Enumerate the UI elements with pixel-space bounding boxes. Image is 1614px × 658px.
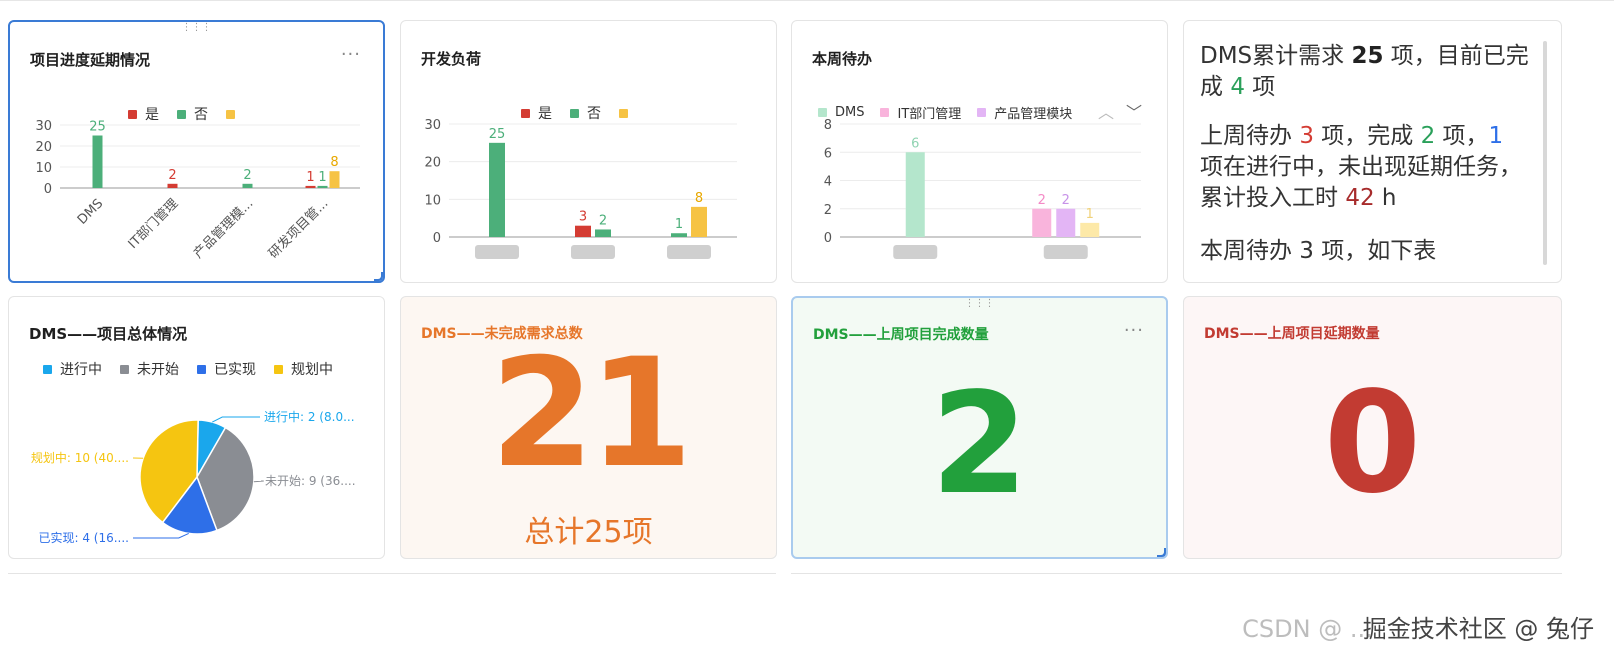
- data-label: 2: [243, 168, 251, 183]
- x-tick-label-redacted: [893, 245, 938, 259]
- data-label: 8: [330, 155, 338, 170]
- bar: [595, 229, 611, 237]
- data-label: 6: [911, 136, 919, 151]
- incomplete-count-card[interactable]: DMS——未完成需求总数 21 总计25项: [400, 296, 777, 559]
- delay-chart-card[interactable]: ⋮⋮⋮ 项目进度延期情况 ··· 是 否 0 10 20 30 25 DMS 2 IT部门管理…: [8, 20, 385, 283]
- y-tick-label: 20: [424, 156, 441, 171]
- x-tick-label-redacted: [667, 245, 711, 259]
- top-divider: [0, 0, 1614, 1]
- x-tick-label-redacted: [475, 245, 519, 259]
- card-title: DMS——上周项目延期数量: [1204, 326, 1380, 342]
- card-title: DMS——上周项目完成数量: [813, 327, 989, 343]
- summary-paragraph-2: 上周待办 3 项，完成 2 项，1 项在进行中，未出现延期任务，累计投入工时 4…: [1200, 123, 1522, 211]
- delayed-count-value: 0: [1323, 362, 1422, 525]
- dev-load-bar-chart: 0 10 20 30 25 3 2 18: [424, 118, 737, 259]
- bar: [305, 185, 316, 188]
- x-tick-label: DMS: [75, 196, 106, 227]
- y-tick-label: 0: [44, 182, 52, 197]
- bar: [671, 233, 687, 237]
- x-tick-label: 产品管理模...: [191, 196, 256, 261]
- pie-slice-label: 已实现: 4 (16....: [38, 530, 129, 545]
- delay-bar-chart: 0102030 25DMS2IT部门管理2产品管理模...1 18研发项目管...: [35, 119, 360, 262]
- overall-pie-card[interactable]: DMS——项目总体情况 进行中 未开始 已实现 规划中 进行中: 2 (8.0.…: [8, 296, 385, 559]
- bar: [167, 183, 178, 188]
- pie-slice-label: 未开始: 9 (36....: [265, 474, 356, 488]
- y-tick-label: 20: [35, 140, 52, 155]
- data-label: 25: [89, 120, 106, 135]
- data-label: 1: [318, 170, 326, 185]
- pie-leader-line: [133, 532, 189, 539]
- summary-text: DMS累计需求 25 项，目前已完成 4 项 上周待办 3 项，完成 2 项，1…: [1200, 41, 1533, 282]
- completed-count-card[interactable]: ⋮⋮⋮ DMS——上周项目完成数量 ··· 2: [791, 296, 1168, 559]
- x-tick-label-redacted: [571, 245, 615, 259]
- y-tick-label: 2: [824, 203, 832, 218]
- y-tick-label: 10: [424, 193, 441, 208]
- y-tick-label: 30: [424, 118, 441, 133]
- completed-count-value: 2: [930, 363, 1029, 526]
- next-row-card-edge: [791, 573, 1562, 574]
- overall-pie-chart: 进行中: 2 (8.0... 未开始: 9 (36.... 已实现: 4 (16..…: [31, 409, 356, 545]
- bar: [1032, 208, 1052, 237]
- scrollbar[interactable]: [1543, 41, 1547, 265]
- data-label: 8: [695, 191, 703, 206]
- data-label: 2: [168, 168, 176, 183]
- data-label: 25: [489, 127, 506, 142]
- x-tick-label: 研发项目管...: [265, 196, 331, 262]
- pie-leader-line: [212, 416, 260, 423]
- bar: [691, 206, 707, 237]
- x-tick-label-redacted: [1043, 245, 1088, 259]
- bar: [1056, 208, 1076, 237]
- summary-text-card[interactable]: DMS累计需求 25 项，目前已完成 4 项 上周待办 3 项，完成 2 项，1…: [1183, 20, 1562, 283]
- more-icon[interactable]: ···: [1124, 320, 1144, 341]
- pie-slice-label: 进行中: 2 (8.0...: [264, 409, 355, 424]
- data-label: 2: [1062, 193, 1070, 208]
- data-label: 1: [306, 170, 314, 185]
- data-label: 2: [599, 213, 607, 228]
- delayed-count-card[interactable]: DMS——上周项目延期数量 0: [1183, 296, 1562, 559]
- bar: [329, 171, 340, 188]
- bar: [92, 135, 103, 188]
- bar: [489, 142, 505, 237]
- summary-paragraph-3: 本周待办 3 项，如下表: [1200, 238, 1437, 264]
- y-tick-label: 10: [35, 161, 52, 176]
- incomplete-count-value: 21: [490, 327, 693, 501]
- bar: [317, 185, 328, 188]
- data-label: 1: [1086, 207, 1094, 222]
- summary-paragraph-1: DMS累计需求 25 项，目前已完成 4 项: [1200, 43, 1529, 100]
- resize-handle-icon[interactable]: [1157, 548, 1166, 557]
- data-label: 3: [579, 210, 587, 225]
- y-tick-label: 4: [824, 175, 832, 190]
- bar: [575, 225, 591, 237]
- y-tick-label: 0: [824, 231, 832, 246]
- y-tick-label: 30: [35, 119, 52, 134]
- next-row-card-edge: [8, 573, 776, 574]
- pie-leader-line: [253, 480, 264, 483]
- weekly-todo-bar-chart: 0 2 4 6 8 6 2 2 1: [824, 118, 1141, 259]
- pie-slice-label: 规划中: 10 (40....: [31, 450, 129, 465]
- y-tick-label: 8: [824, 118, 832, 133]
- data-label: 2: [1038, 193, 1046, 208]
- total-count-label: 总计25项: [524, 515, 653, 550]
- y-tick-label: 0: [433, 231, 441, 246]
- watermark: CSDN @ ...掘金技术社区 @ 兔仔: [1242, 615, 1594, 643]
- weekly-todo-chart-card[interactable]: 本周待办 DMS IT部门管理 产品管理模块 ︿ ﹀ 024686221: [791, 20, 1168, 283]
- data-label: 1: [675, 217, 683, 232]
- dev-load-chart-card[interactable]: 开发负荷 是 否 0 10 20 30 25 3 2 1 8: [400, 20, 777, 283]
- y-tick-label: 6: [824, 146, 832, 161]
- x-tick-label: IT部门管理: [126, 196, 182, 252]
- drag-handle-icon[interactable]: ⋮⋮⋮: [965, 299, 995, 309]
- bar: [242, 183, 253, 188]
- bar: [1080, 222, 1100, 237]
- bar: [905, 152, 925, 237]
